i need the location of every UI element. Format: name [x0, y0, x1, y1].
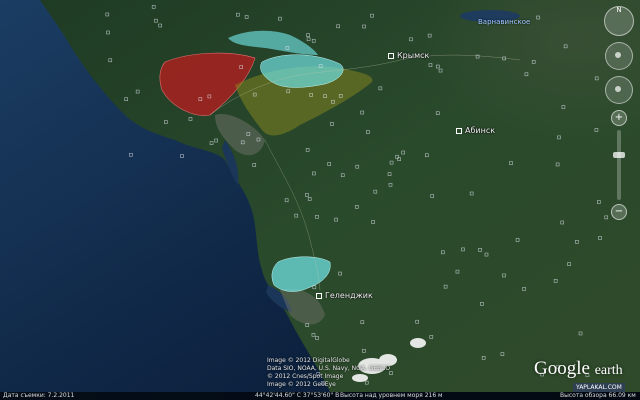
copyright-line: Data SIO, NOAA, U.S. Navy, NGA, GEBCO: [267, 365, 391, 372]
status-bar: Дата съемки: 7.2.2011 44°42'44.60" С 37°…: [0, 392, 640, 400]
place-name: Геленджик: [325, 291, 373, 300]
logo-earth-text: earth: [594, 363, 623, 378]
map-viewer[interactable]: Крымск Абинск Геленджик Варнавинское N +…: [0, 0, 640, 400]
place-name: Крымск: [397, 51, 430, 60]
satellite-map[interactable]: [0, 0, 640, 400]
copyright-line: Image © 2012 DigitalGlobe: [267, 357, 350, 364]
google-earth-logo: Google earth: [534, 358, 623, 380]
logo-google-text: Google: [534, 358, 590, 379]
eye-altitude: Высота обзора 66.09 км: [560, 392, 636, 399]
zoom-slider-thumb[interactable]: [613, 152, 625, 158]
zoom-in-button[interactable]: +: [611, 110, 627, 126]
plain-area: [320, 0, 640, 200]
navigation-controls[interactable]: N + −: [604, 6, 634, 220]
place-label-abinsk[interactable]: Абинск: [456, 126, 495, 135]
compass-icon[interactable]: N: [604, 6, 634, 36]
place-marker-icon: [456, 127, 462, 134]
water-label: Варнавинское: [478, 18, 531, 26]
imagery-date: Дата съемки: 7.2.2011: [3, 392, 75, 399]
cursor-coordinates: 44°42'44.60" С 37°53'60" В: [255, 392, 340, 399]
place-marker-icon: [316, 292, 322, 299]
north-indicator: N: [616, 6, 622, 14]
place-marker-icon: [388, 52, 394, 59]
copyright-line: © 2012 Cnes/Spot Image: [267, 373, 344, 380]
zoom-slider[interactable]: [613, 130, 625, 200]
place-label-gelendzhik[interactable]: Геленджик: [316, 291, 373, 300]
look-joystick-icon[interactable]: [605, 42, 633, 70]
place-label-krymsk[interactable]: Крымск: [388, 51, 429, 60]
copyright-line: Image © 2012 GeoEye: [267, 381, 336, 388]
zoom-out-button[interactable]: −: [611, 204, 627, 220]
place-name: Абинск: [465, 126, 496, 135]
elevation-readout: Высота над уровнем моря 216 м: [340, 392, 443, 399]
watermark: YAPLAKAL.COM: [573, 383, 625, 392]
move-joystick-icon[interactable]: [605, 76, 633, 104]
imagery-copyright: Image © 2012 DigitalGlobe Data SIO, NOAA…: [267, 357, 390, 389]
